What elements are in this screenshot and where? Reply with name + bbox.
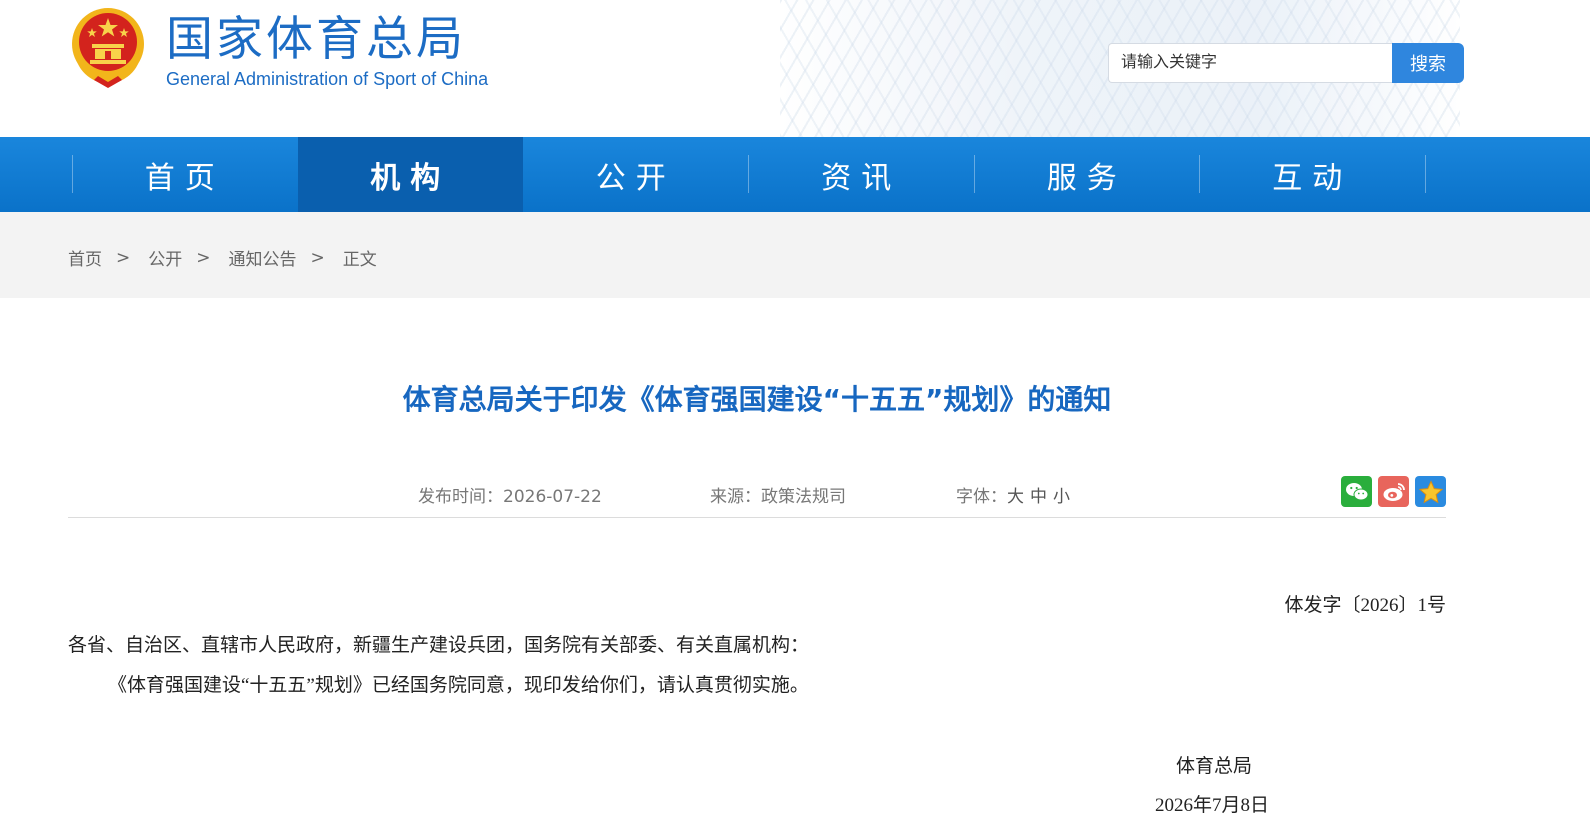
article-title: 体育总局关于印发《体育强国建设“十五五”规划》的通知 xyxy=(402,383,1112,416)
favorite-icon[interactable] xyxy=(1415,476,1446,507)
breadcrumb-separator: > xyxy=(310,247,325,268)
share-buttons xyxy=(1341,476,1446,507)
national-emblem-icon[interactable] xyxy=(68,4,148,90)
font-size-small[interactable]: 小 xyxy=(1053,487,1070,507)
publish-date-value: 2026-07-22 xyxy=(503,487,602,507)
nav-item-disclosure[interactable]: 公开 xyxy=(523,137,749,212)
search-input[interactable] xyxy=(1108,43,1392,83)
nav-item-organization[interactable]: 机构 xyxy=(297,137,523,212)
breadcrumb-bar: 首页 > 公开 > 通知公告 > 正文 xyxy=(0,212,1590,298)
nav-item-interaction[interactable]: 互动 xyxy=(1200,137,1426,212)
wechat-icon[interactable] xyxy=(1341,476,1372,507)
source-value: 政策法规司 xyxy=(761,487,846,507)
search-box: 搜索 xyxy=(1108,43,1464,83)
breadcrumb-home[interactable]: 首页 xyxy=(68,245,102,270)
publish-date-label: 发布时间： xyxy=(418,487,503,507)
nav-divider xyxy=(748,155,749,193)
document-body: 《体育强国建设“十五五”规划》已经国务院同意，现印发给你们，请认真贯彻实施。 xyxy=(108,675,809,696)
font-size-label: 字体： xyxy=(956,487,1007,507)
breadcrumb-notices[interactable]: 通知公告 xyxy=(229,245,297,270)
document-number: 体发字〔2026〕1号 xyxy=(1284,595,1446,616)
article-meta: 发布时间：2026-07-22 来源：政策法规司 字体：大中小 xyxy=(68,476,1446,518)
document-issue-date: 2026年7月8日 xyxy=(1155,795,1270,816)
nav-divider xyxy=(974,155,975,193)
document-issuer: 体育总局 xyxy=(1176,756,1253,777)
breadcrumb-current: 正文 xyxy=(342,250,377,270)
site-title-english[interactable]: General Administration of Sport of China xyxy=(166,68,488,90)
main-nav: 首页 机构 公开 资讯 服务 互动 xyxy=(0,137,1590,212)
search-button[interactable]: 搜索 xyxy=(1392,43,1464,83)
breadcrumb: 首页 > 公开 > 通知公告 > 正文 xyxy=(68,245,377,271)
document-recipients: 各省、自治区、直辖市人民政府，新疆生产建设兵团，国务院有关部委、有关直属机构： xyxy=(68,635,810,656)
nav-divider xyxy=(72,155,73,193)
publish-date: 发布时间：2026-07-22 xyxy=(418,482,602,507)
site-title-chinese[interactable]: 国家体育总局 xyxy=(166,12,466,68)
source: 来源：政策法规司 xyxy=(710,482,846,507)
breadcrumb-separator: > xyxy=(196,247,211,268)
nav-divider xyxy=(1199,155,1200,193)
site-header: 国家体育总局 General Administration of Sport o… xyxy=(0,0,1590,137)
font-size-control: 字体：大中小 xyxy=(956,482,1070,507)
weibo-icon[interactable] xyxy=(1378,476,1409,507)
nav-divider xyxy=(1425,155,1426,193)
nav-item-services[interactable]: 服务 xyxy=(974,137,1200,212)
source-label: 来源： xyxy=(710,487,761,507)
breadcrumb-separator: > xyxy=(116,247,131,268)
breadcrumb-disclosure[interactable]: 公开 xyxy=(148,245,182,270)
nav-item-home[interactable]: 首页 xyxy=(72,137,298,212)
nav-item-news[interactable]: 资讯 xyxy=(749,137,975,212)
font-size-large[interactable]: 大 xyxy=(1007,487,1024,507)
font-size-medium[interactable]: 中 xyxy=(1030,487,1047,507)
